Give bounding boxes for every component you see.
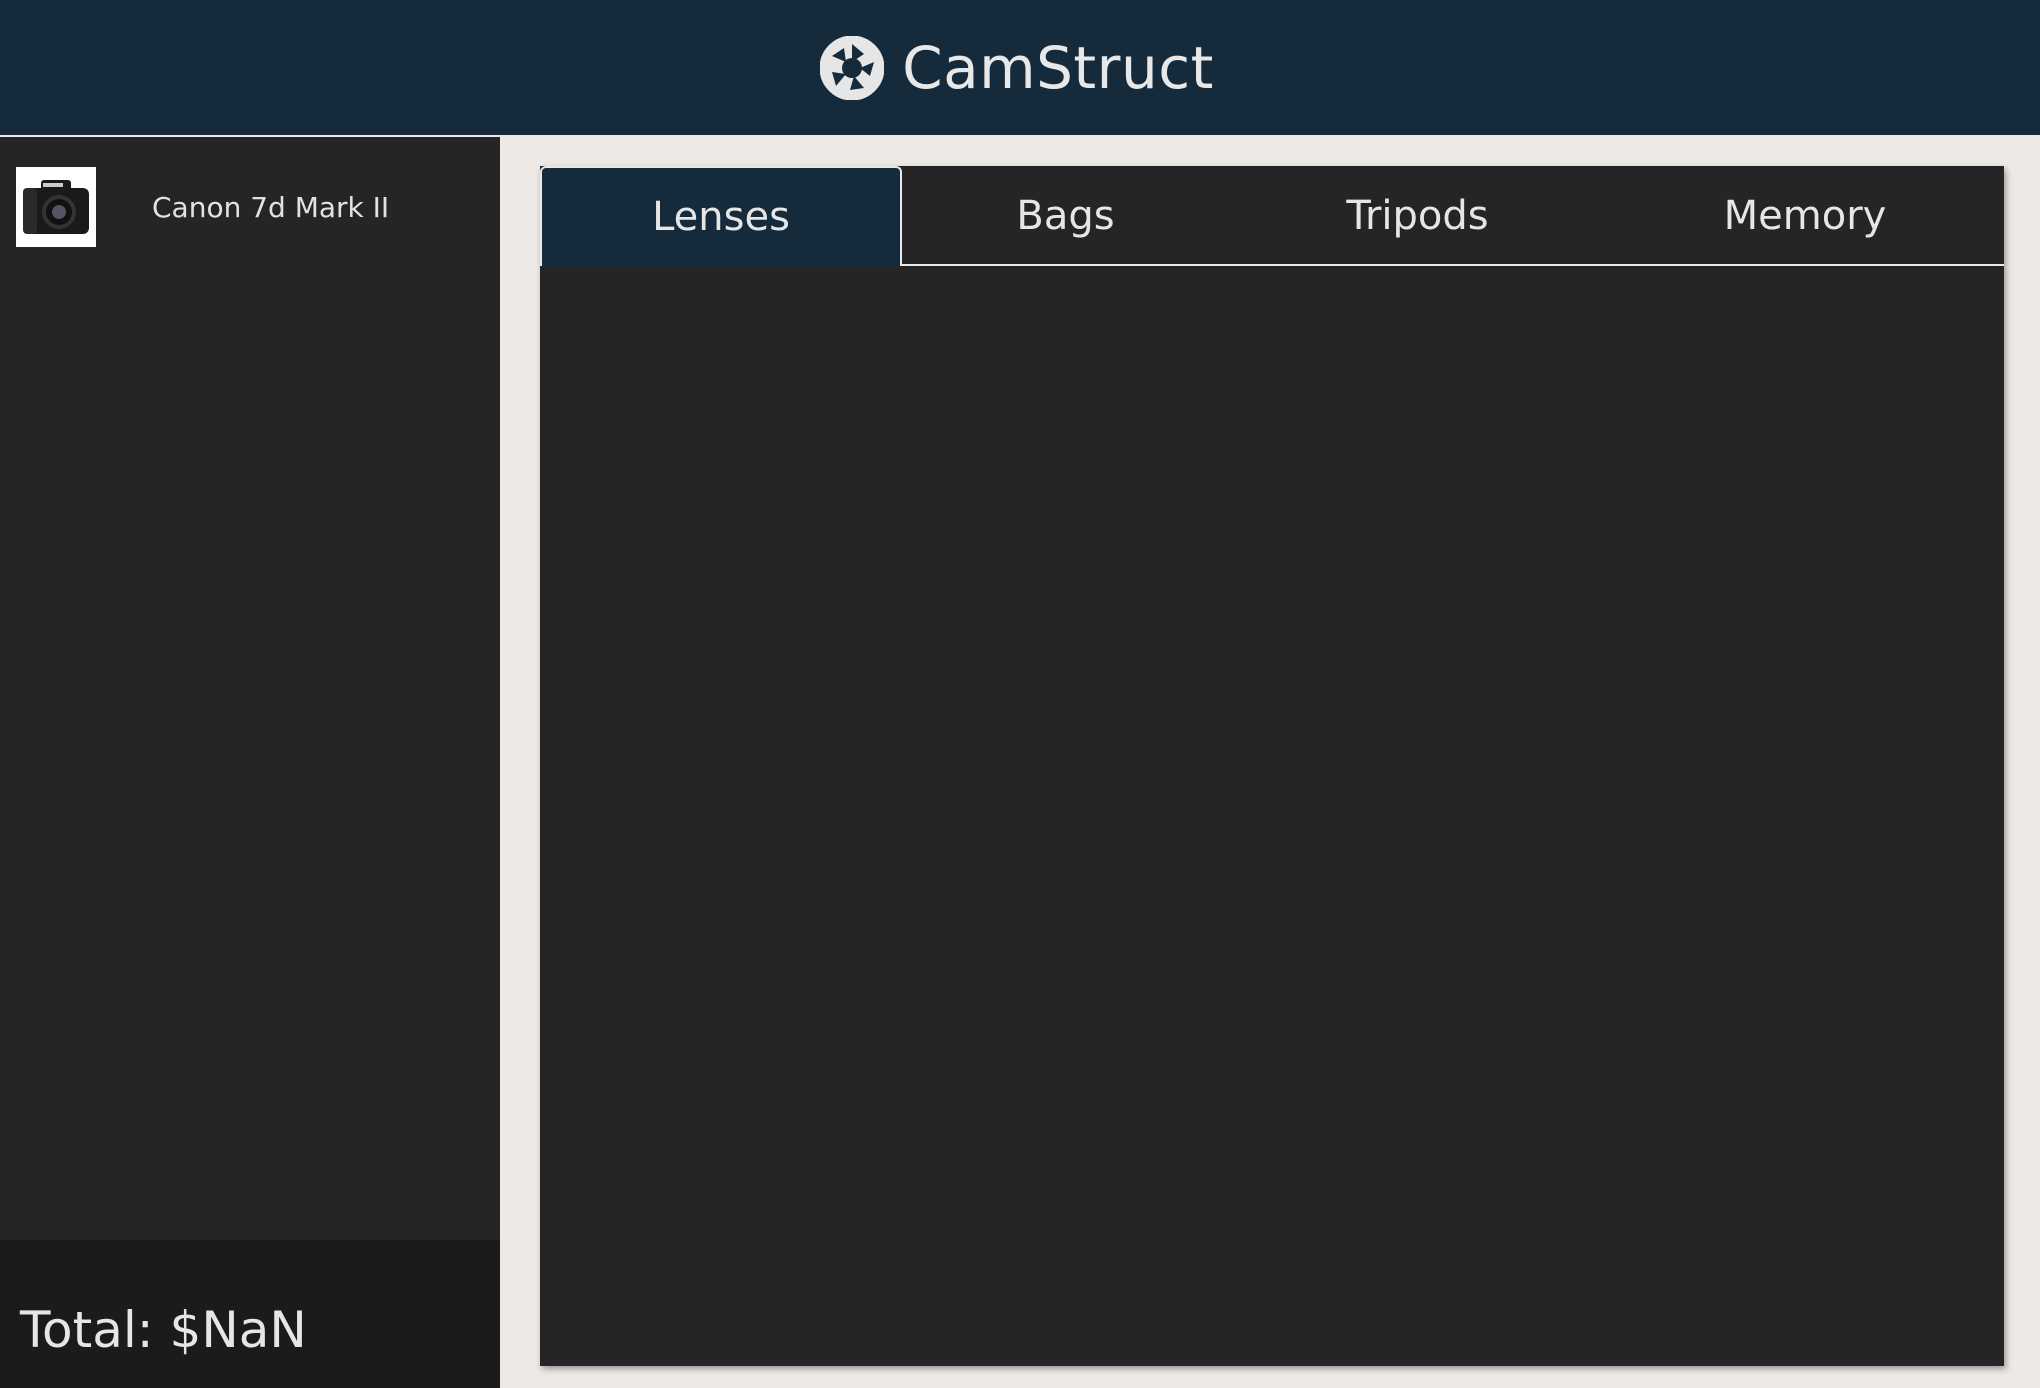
cart-sidebar: Canon 7d Mark II Total: $NaN [0, 137, 500, 1388]
tab-memory[interactable]: Memory [1606, 166, 2004, 266]
tab-lenses[interactable]: Lenses [540, 166, 902, 266]
total-bar: Total: $NaN [0, 1240, 500, 1388]
tab-bags[interactable]: Bags [902, 166, 1229, 266]
app-header: CamStruct [0, 0, 2040, 135]
camera-icon [23, 180, 89, 234]
tab-label: Tripods [1346, 193, 1489, 239]
brand[interactable]: CamStruct [820, 34, 1214, 102]
tab-label: Memory [1723, 193, 1887, 239]
total-label: Total: $NaN [20, 1301, 307, 1359]
cart-item-name: Canon 7d Mark II [152, 190, 390, 224]
camera-thumbnail [16, 167, 96, 247]
tab-content [540, 266, 2004, 1366]
brand-name: CamStruct [902, 33, 1214, 102]
tab-tripods[interactable]: Tripods [1229, 166, 1606, 266]
catalog-panel: Lenses Bags Tripods Memory [540, 166, 2004, 1366]
tab-label: Bags [1016, 193, 1115, 239]
category-tabs: Lenses Bags Tripods Memory [540, 166, 2004, 266]
cart-item[interactable]: Canon 7d Mark II [16, 167, 486, 247]
camera-aperture-icon [820, 35, 885, 100]
tab-label: Lenses [652, 194, 790, 240]
